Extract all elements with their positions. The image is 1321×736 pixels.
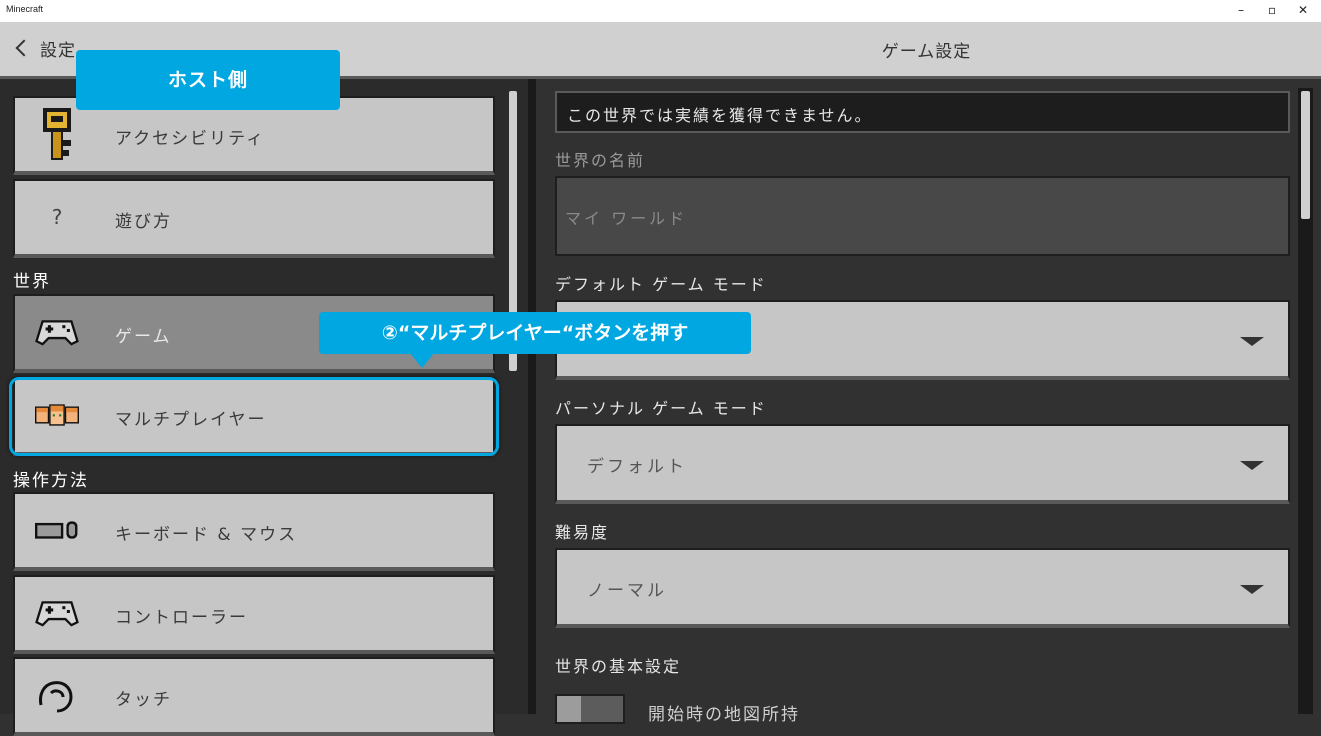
default-game-mode-label: デフォルト ゲーム モード	[555, 275, 767, 294]
difficulty-dropdown[interactable]: ノーマル	[555, 548, 1290, 628]
panel-divider	[528, 79, 536, 714]
app-title: Minecraft	[6, 4, 44, 14]
sidebar-item-touch[interactable]: タッチ	[13, 657, 495, 736]
keyboard-mouse-icon	[35, 508, 79, 552]
sidebar-item-controller[interactable]: コントローラー	[13, 575, 495, 654]
starting-map-toggle[interactable]	[555, 694, 625, 724]
sidebar-item-label: 遊び方	[115, 212, 172, 232]
sidebar-item-label: マルチプレイヤー	[115, 410, 267, 430]
toggle-knob	[557, 696, 581, 722]
personal-game-mode-label: パーソナル ゲーム モード	[555, 399, 767, 418]
world-basics-heading: 世界の基本設定	[555, 657, 682, 676]
window-titlebar: Minecraft – ▫ ✕	[0, 0, 1321, 22]
chevron-down-icon	[1240, 337, 1264, 346]
callout-pointer	[409, 352, 435, 368]
starting-map-label: 開始時の地図所持	[648, 705, 800, 725]
minimize-button[interactable]: –	[1238, 2, 1244, 18]
section-heading-world: 世界	[13, 272, 51, 292]
sidebar-item-label: コントローラー	[115, 608, 248, 628]
chevron-down-icon	[1240, 461, 1264, 470]
sidebar-item-label: タッチ	[115, 690, 172, 710]
chevron-down-icon	[1240, 585, 1264, 594]
question-icon: ?	[51, 205, 63, 229]
world-name-label: 世界の名前	[555, 151, 646, 170]
settings-scrollbar-thumb[interactable]	[1301, 91, 1310, 219]
key-icon	[35, 108, 79, 160]
sidebar-item-how-to-play[interactable]: ? 遊び方	[13, 179, 495, 258]
sidebar-item-keyboard-mouse[interactable]: キーボード & マウス	[13, 492, 495, 571]
sidebar-item-multiplayer[interactable]: マルチプレイヤー	[13, 377, 495, 456]
touch-hand-icon	[35, 673, 79, 717]
achievements-notice: この世界では実績を獲得できません。	[555, 91, 1290, 133]
step2-callout: ②“マルチプレイヤー“ボタンを押す	[319, 312, 751, 368]
controller-icon	[35, 310, 79, 354]
multiplayer-faces-icon	[35, 393, 79, 437]
restore-button[interactable]: ▫	[1268, 2, 1276, 18]
personal-game-mode-dropdown[interactable]: デフォルト	[555, 424, 1290, 504]
difficulty-label: 難易度	[555, 523, 610, 542]
section-heading-controls: 操作方法	[13, 471, 89, 491]
sidebar-item-label: アクセシビリティ	[115, 129, 266, 149]
dropdown-value: デフォルト	[587, 457, 687, 477]
step2-callout-text: ②“マルチプレイヤー“ボタンを押す	[381, 322, 689, 344]
close-button[interactable]: ✕	[1298, 2, 1308, 18]
sidebar-item-label: キーボード & マウス	[115, 525, 298, 545]
dropdown-value: ノーマル	[587, 581, 667, 601]
controller-icon	[35, 591, 79, 635]
host-side-callout: ホスト側	[76, 50, 340, 110]
world-name-input[interactable]: マイ ワールド	[555, 176, 1290, 256]
sidebar-item-label: ゲーム	[115, 327, 172, 347]
